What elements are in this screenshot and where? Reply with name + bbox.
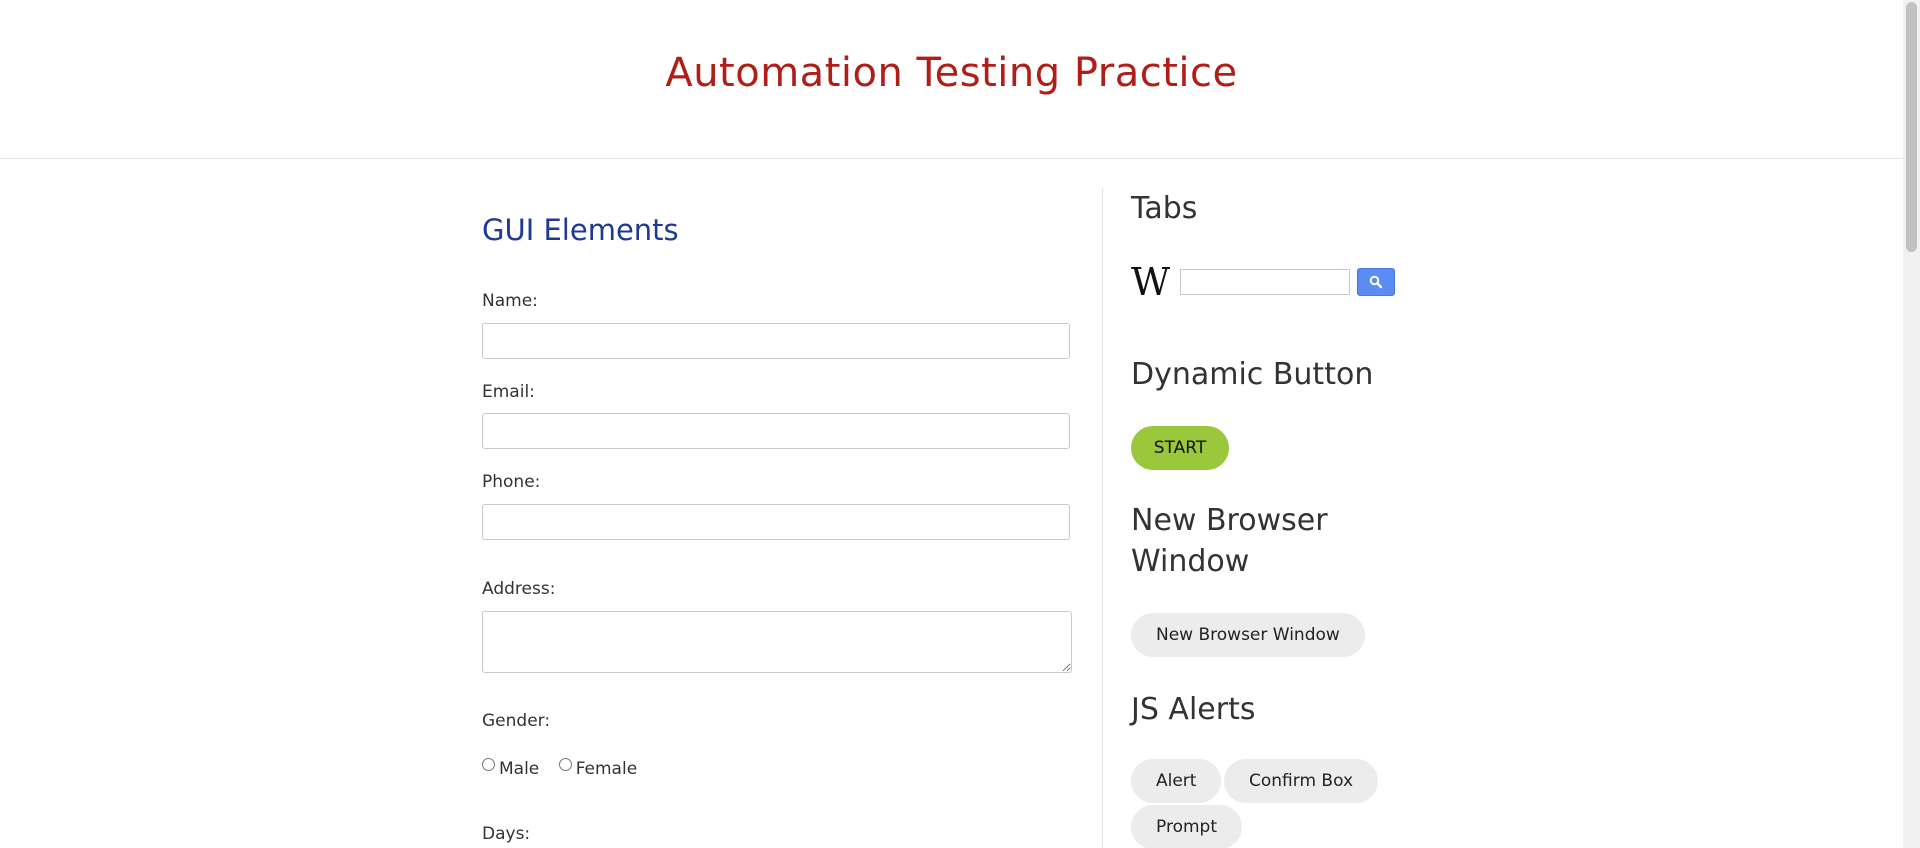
wikipedia-logo-icon: W: [1131, 260, 1171, 304]
male-radio[interactable]: [482, 758, 495, 771]
new-browser-window-title: New Browser Window: [1131, 503, 1328, 579]
prompt-button[interactable]: Prompt: [1131, 805, 1242, 848]
vertical-scrollbar[interactable]: [1903, 0, 1920, 848]
js-alerts-title: JS Alerts: [1131, 692, 1256, 727]
gender-options: Male Female: [482, 756, 651, 779]
name-label: Name:: [482, 291, 538, 311]
wikipedia-search-input[interactable]: [1180, 269, 1350, 295]
dynamic-button-title: Dynamic Button: [1131, 357, 1374, 392]
column-divider: [1102, 188, 1103, 848]
wikipedia-search-button[interactable]: [1357, 268, 1395, 296]
page: Automation Testing Practice GUI Elements…: [0, 0, 1920, 848]
tabs-title: Tabs: [1131, 191, 1198, 226]
search-icon: [1369, 275, 1383, 289]
female-radio-label: Female: [575, 759, 638, 779]
scrollbar-thumb[interactable]: [1906, 2, 1917, 252]
days-label: Days:: [482, 824, 531, 844]
name-field[interactable]: [482, 323, 1070, 359]
male-radio-label: Male: [499, 759, 540, 779]
page-title: Automation Testing Practice: [665, 50, 1238, 96]
address-field[interactable]: [482, 611, 1072, 673]
site-header: Automation Testing Practice: [0, 0, 1903, 159]
gui-elements-title: GUI Elements: [482, 213, 679, 247]
address-label: Address:: [482, 579, 556, 599]
phone-field[interactable]: [482, 504, 1070, 540]
gender-option-male[interactable]: Male: [482, 758, 539, 779]
new-browser-window-button[interactable]: New Browser Window: [1131, 613, 1365, 657]
email-field[interactable]: [482, 413, 1070, 449]
gender-option-female[interactable]: Female: [558, 758, 638, 779]
wikipedia-search-widget: W: [1131, 263, 1395, 301]
female-radio[interactable]: [558, 758, 572, 771]
alert-button[interactable]: Alert: [1131, 759, 1222, 803]
email-label: Email:: [482, 382, 535, 402]
start-button[interactable]: START: [1131, 426, 1229, 470]
phone-label: Phone:: [482, 472, 541, 492]
confirm-box-button[interactable]: Confirm Box: [1224, 759, 1379, 803]
gender-label: Gender:: [482, 711, 551, 731]
